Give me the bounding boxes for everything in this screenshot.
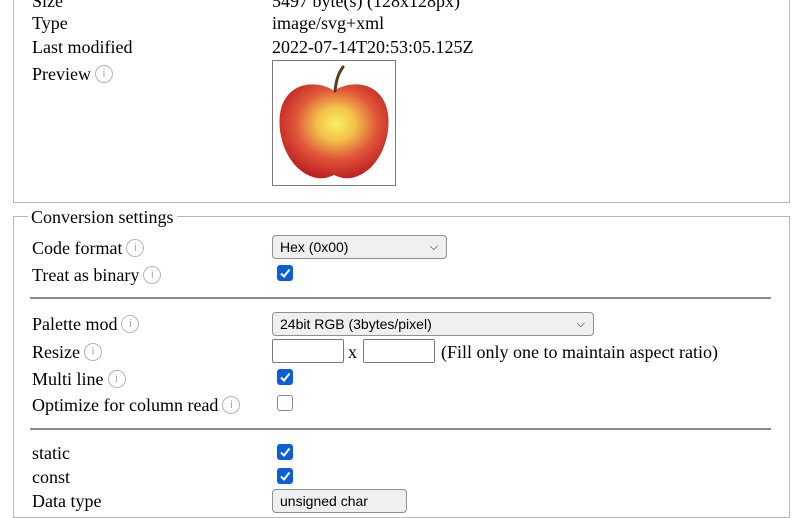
data-type-select[interactable]: unsigned char [272,489,407,513]
info-icon[interactable]: i [94,64,113,83]
const-checkbox[interactable] [277,468,293,484]
resize-label: Resize [32,342,80,362]
type-label: Type [32,13,68,33]
static-label: static [32,443,70,463]
resize-hint: (Fill only one to maintain aspect ratio) [441,342,718,362]
last-modified-label: Last modified [32,37,133,57]
const-label: const [32,467,70,487]
resize-height-input[interactable] [363,339,435,363]
palette-mod-label: Palette mod [32,314,118,334]
chevron-down-icon: ⌵ [576,318,585,330]
resize-width-input[interactable] [272,339,344,363]
checkmark-icon [280,268,291,279]
info-icon[interactable]: i [107,369,126,388]
static-checkbox[interactable] [277,444,293,460]
code-format-value: Hex (0x00) [280,239,349,255]
preview-image-frame [272,60,396,186]
multi-line-label: Multi line [32,369,104,389]
apple-image [279,65,389,179]
data-type-value: unsigned char [280,493,368,509]
checkmark-icon [280,447,291,458]
treat-binary-label: Treat as binary [32,265,140,285]
multi-line-checkbox[interactable] [277,369,293,385]
checkmark-icon [280,471,291,482]
preview-label-row: Preview i [32,62,113,86]
resize-x-separator: x [348,342,357,362]
data-type-label: Data type [32,491,102,511]
treat-binary-checkbox[interactable] [277,265,293,281]
divider [30,428,771,430]
checkmark-icon [280,372,291,383]
type-value: image/svg+xml [272,13,385,33]
chevron-down-icon: ⌵ [429,241,438,253]
palette-label-row: Palette mod i [32,312,140,336]
info-icon[interactable]: i [83,342,102,361]
info-icon[interactable]: i [121,314,140,333]
optimize-label-row: Optimize for column read i [32,393,241,417]
optimize-column-read-checkbox[interactable] [277,395,293,411]
code-format-label-row: Code format i [32,236,145,260]
divider [30,297,771,299]
treat-binary-label-row: Treat as binary i [32,263,162,287]
conversion-settings-panel [13,216,790,518]
palette-mod-select[interactable]: 24bit RGB (3bytes/pixel) ⌵ [272,312,594,336]
last-modified-value: 2022-07-14T20:53:05.125Z [272,37,474,57]
info-icon[interactable]: i [126,238,145,257]
info-icon[interactable]: i [143,265,162,284]
code-format-label: Code format [32,238,123,258]
info-icon[interactable]: i [222,395,241,414]
preview-label: Preview [32,64,91,84]
code-format-select[interactable]: Hex (0x00) ⌵ [272,235,447,259]
file-info-panel [13,0,790,203]
palette-mod-value: 24bit RGB (3bytes/pixel) [280,316,432,332]
multiline-label-row: Multi line i [32,367,126,391]
optimize-column-read-label: Optimize for column read [32,395,219,415]
resize-label-row: Resize i [32,340,102,364]
conversion-settings-legend: Conversion settings [28,205,177,229]
